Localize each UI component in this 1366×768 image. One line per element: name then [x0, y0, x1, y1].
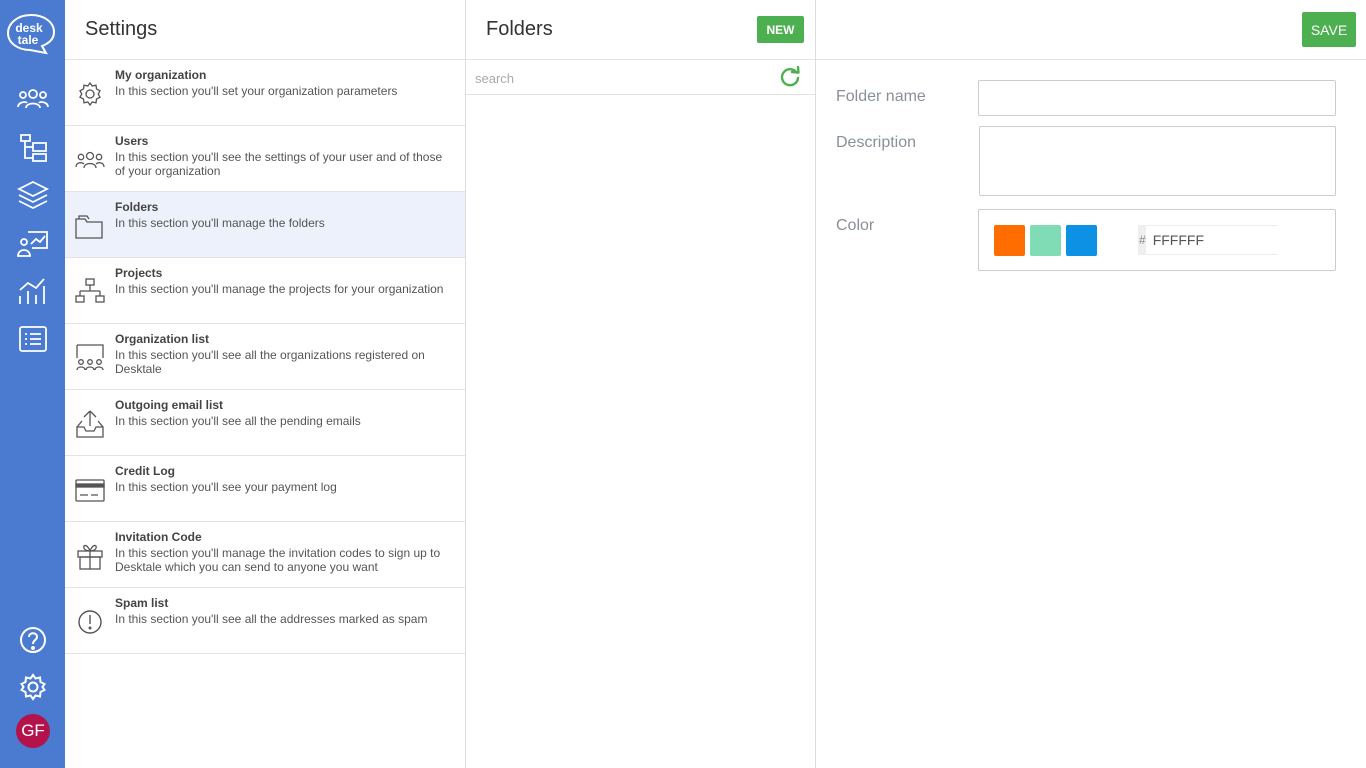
- organization-icon: [74, 342, 106, 374]
- detail-toolbar: SAVE: [816, 0, 1366, 60]
- folders-panel: Folders NEW: [466, 0, 816, 768]
- folder-search-input[interactable]: [475, 68, 765, 88]
- settings-item-desc: In this section you'll see all the organ…: [115, 348, 425, 376]
- description-field[interactable]: [979, 126, 1336, 196]
- gear-icon: [74, 78, 106, 110]
- color-swatch-mint[interactable]: [1030, 225, 1061, 256]
- settings-item-spam-list[interactable]: Spam list In this section you'll see all…: [65, 588, 465, 654]
- settings-item-title: Projects: [115, 266, 163, 280]
- outbox-icon: [74, 408, 106, 440]
- nav-layers-icon[interactable]: [14, 178, 52, 212]
- help-icon[interactable]: [14, 623, 52, 657]
- folder-detail-panel: SAVE Folder name Description Color #: [816, 0, 1366, 768]
- alert-icon: [74, 606, 106, 638]
- color-swatch-orange[interactable]: [994, 225, 1025, 256]
- settings-item-desc: In this section you'll manage the invita…: [115, 546, 441, 574]
- settings-item-invitation-code[interactable]: Invitation Code In this section you'll m…: [65, 522, 465, 588]
- nav-list-icon[interactable]: [14, 322, 52, 356]
- app-window: desk tale GF Settings My organization In…: [0, 0, 1366, 768]
- hex-color-group: #: [1138, 225, 1334, 255]
- settings-item-title: My organization: [115, 68, 207, 82]
- nav-analytics-icon[interactable]: [14, 274, 52, 308]
- desktale-logo[interactable]: desk tale: [6, 13, 56, 55]
- settings-item-outgoing-email-list[interactable]: Outgoing email list In this section you'…: [65, 390, 465, 456]
- gift-icon: [74, 540, 106, 572]
- color-picker: #: [978, 209, 1336, 271]
- settings-item-folders[interactable]: Folders In this section you'll manage th…: [65, 192, 465, 258]
- nav-presentation-icon[interactable]: [14, 226, 52, 260]
- settings-item-desc: In this section you'll manage the projec…: [115, 282, 444, 296]
- settings-panel: Settings My organization In this section…: [65, 0, 466, 768]
- settings-item-title: Folders: [115, 200, 159, 214]
- settings-item-projects[interactable]: Projects In this section you'll manage t…: [65, 258, 465, 324]
- settings-item-desc: In this section you'll see your payment …: [115, 480, 337, 494]
- color-swatch-blue[interactable]: [1066, 225, 1097, 256]
- folder-name-label: Folder name: [836, 88, 926, 105]
- new-folder-button[interactable]: NEW: [757, 16, 804, 43]
- settings-item-my-organization[interactable]: My organization In this section you'll s…: [65, 60, 465, 126]
- settings-item-title: Outgoing email list: [115, 398, 224, 412]
- folder-search-bar: [466, 60, 815, 95]
- hex-color-input[interactable]: [1145, 226, 1334, 254]
- credit-card-icon: [74, 474, 106, 506]
- users-icon: [74, 144, 106, 176]
- folder-name-field[interactable]: [978, 80, 1336, 116]
- color-label: Color: [836, 217, 875, 234]
- settings-item-desc: In this section you'll manage the folder…: [115, 216, 325, 230]
- settings-item-title: Credit Log: [115, 464, 175, 478]
- settings-item-title: Organization list: [115, 332, 210, 346]
- settings-item-title: Invitation Code: [115, 530, 202, 544]
- settings-item-desc: In this section you'll see all the addre…: [115, 612, 428, 626]
- settings-item-desc: In this section you'll set your organiza…: [115, 84, 398, 98]
- user-avatar[interactable]: GF: [16, 714, 50, 748]
- settings-title: Settings: [65, 0, 465, 60]
- nav-folders-tree-icon[interactable]: [14, 130, 52, 164]
- refresh-icon[interactable]: [779, 66, 801, 88]
- sitemap-icon: [74, 276, 106, 308]
- settings-item-users[interactable]: Users In this section you'll see the set…: [65, 126, 465, 192]
- folder-icon: [74, 210, 106, 242]
- settings-item-title: Users: [115, 134, 149, 148]
- description-label: Description: [836, 134, 917, 151]
- settings-item-credit-log[interactable]: Credit Log In this section you'll see yo…: [65, 456, 465, 522]
- nav-users-icon[interactable]: [14, 82, 52, 116]
- settings-item-organization-list[interactable]: Organization list In this section you'll…: [65, 324, 465, 390]
- settings-item-desc: In this section you'll see the settings …: [115, 150, 443, 178]
- settings-gear-icon[interactable]: [14, 670, 52, 704]
- settings-item-title: Spam list: [115, 596, 169, 610]
- hex-prefix: #: [1139, 226, 1146, 254]
- svg-text:tale: tale: [18, 33, 39, 47]
- settings-item-desc: In this section you'll see all the pendi…: [115, 414, 361, 428]
- main-nav-rail: desk tale GF: [0, 0, 65, 768]
- save-button[interactable]: SAVE: [1302, 12, 1356, 47]
